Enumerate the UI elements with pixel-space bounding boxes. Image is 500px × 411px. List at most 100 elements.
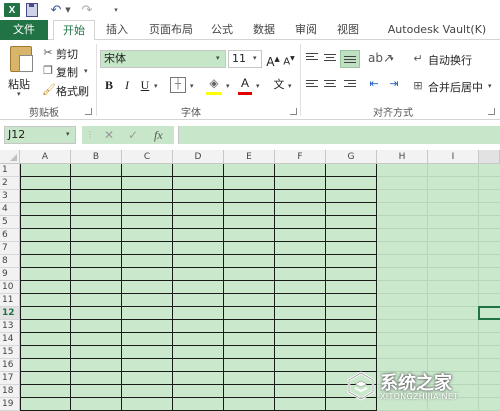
column-header-e[interactable]: E xyxy=(224,150,275,164)
decrease-indent-icon[interactable]: ⇤ xyxy=(366,75,382,93)
tab-review[interactable]: 审阅 xyxy=(290,20,322,40)
row-header-2[interactable]: 2 xyxy=(0,177,20,190)
increase-indent-icon[interactable]: ⇥ xyxy=(386,75,402,93)
undo-dropdown-icon[interactable]: ▼ xyxy=(64,3,72,17)
row-header-13[interactable]: 13 xyxy=(0,320,20,333)
select-all-button[interactable] xyxy=(0,150,20,164)
redo-icon[interactable]: ↷ xyxy=(80,3,94,18)
cancel-icon[interactable]: ✕ xyxy=(104,127,114,143)
align-center-icon[interactable] xyxy=(324,80,336,90)
clipboard-group-label: 剪贴板 xyxy=(29,108,59,119)
undo-icon[interactable]: ↶ xyxy=(48,3,64,18)
tab-autodesk-vault[interactable]: Autodesk Vault(K) xyxy=(378,20,496,40)
active-cell[interactable] xyxy=(478,306,500,320)
format-painter-icon[interactable]: 🖌 xyxy=(42,84,56,96)
align-top-icon[interactable] xyxy=(306,53,318,63)
wrap-text-button[interactable]: 自动换行 xyxy=(428,52,472,68)
tab-home[interactable]: 开始 xyxy=(53,20,95,41)
tab-file[interactable]: 文件 xyxy=(0,20,48,40)
cell-border-horizontal xyxy=(20,384,377,385)
grow-font-icon[interactable]: A▲ xyxy=(266,50,280,69)
fill-color-dropdown-icon[interactable]: ▾ xyxy=(226,82,230,90)
phonetic-dropdown-icon[interactable]: ▾ xyxy=(288,82,292,90)
row-header-7[interactable]: 7 xyxy=(0,242,20,255)
fill-color-icon[interactable]: ◈ xyxy=(206,74,222,92)
phonetic-button[interactable]: 文 xyxy=(272,76,286,94)
font-launcher-icon[interactable] xyxy=(290,108,297,115)
formula-bar: J12 ▾ ⋮ ✕ ✓ fx xyxy=(0,120,500,150)
paste-dropdown-icon[interactable]: ▾ xyxy=(17,90,21,98)
save-icon[interactable] xyxy=(26,3,38,17)
underline-dropdown-icon[interactable]: ▾ xyxy=(154,82,158,90)
column-header-partial[interactable] xyxy=(479,150,500,164)
font-color-button[interactable]: A xyxy=(238,74,252,92)
formula-input[interactable] xyxy=(178,126,500,144)
scissors-icon[interactable]: ✂ xyxy=(42,47,54,59)
row-header-16[interactable]: 16 xyxy=(0,359,20,372)
font-name-field[interactable]: 宋体 xyxy=(100,50,226,68)
copy-dropdown-icon[interactable]: ▾ xyxy=(84,67,88,75)
wrap-text-icon[interactable]: ↵ xyxy=(412,53,424,65)
alignment-launcher-icon[interactable] xyxy=(488,108,495,115)
row-header-11[interactable]: 11 xyxy=(0,294,20,307)
customize-qat-icon[interactable]: ▾ xyxy=(112,3,120,17)
column-header-c[interactable]: C xyxy=(122,150,173,164)
row-header-12[interactable]: 12 xyxy=(0,307,20,320)
row-header-5[interactable]: 5 xyxy=(0,216,20,229)
tab-formulas[interactable]: 公式 xyxy=(206,20,238,40)
underline-button[interactable]: U xyxy=(138,76,152,94)
row-header-10[interactable]: 10 xyxy=(0,281,20,294)
paste-icon[interactable] xyxy=(10,46,33,72)
align-middle-icon[interactable] xyxy=(324,54,336,64)
column-header-d[interactable]: D xyxy=(173,150,224,164)
align-left-icon[interactable] xyxy=(306,80,318,90)
borders-dropdown-icon[interactable]: ▾ xyxy=(190,82,194,90)
column-header-h[interactable]: H xyxy=(377,150,428,164)
merge-center-button[interactable]: 合并后居中 xyxy=(428,79,483,95)
tab-data[interactable]: 数据 xyxy=(248,20,280,40)
shrink-font-icon[interactable]: A▼ xyxy=(282,50,296,68)
borders-icon[interactable]: ┼ xyxy=(170,77,186,93)
row-header-15[interactable]: 15 xyxy=(0,346,20,359)
row-header-9[interactable]: 9 xyxy=(0,268,20,281)
tab-page-layout[interactable]: 页面布局 xyxy=(142,20,200,40)
row-header-17[interactable]: 17 xyxy=(0,372,20,385)
copy-icon[interactable]: ❐ xyxy=(42,65,54,77)
row-header-14[interactable]: 14 xyxy=(0,333,20,346)
align-right-icon[interactable] xyxy=(344,80,356,90)
column-header-a[interactable]: A xyxy=(20,150,71,164)
align-bottom-icon[interactable] xyxy=(344,56,356,66)
gridline-horizontal xyxy=(377,241,500,242)
row-header-1[interactable]: 1 xyxy=(0,164,20,177)
row-header-19[interactable]: 19 xyxy=(0,398,20,411)
row-header-8[interactable]: 8 xyxy=(0,255,20,268)
merge-center-dropdown-icon[interactable]: ▾ xyxy=(488,82,492,90)
column-header-f[interactable]: F xyxy=(275,150,326,164)
row-header-4[interactable]: 4 xyxy=(0,203,20,216)
tab-insert[interactable]: 插入 xyxy=(100,20,134,40)
format-painter-button[interactable]: 格式刷 xyxy=(56,83,89,99)
row-header-6[interactable]: 6 xyxy=(0,229,20,242)
clipboard-launcher-icon[interactable] xyxy=(85,108,92,115)
merge-center-icon[interactable]: ⊞ xyxy=(412,80,424,92)
row-header-18[interactable]: 18 xyxy=(0,385,20,398)
insert-function-icon[interactable]: fx xyxy=(154,127,163,143)
gridline-horizontal xyxy=(377,215,500,216)
italic-button[interactable]: I xyxy=(120,76,134,94)
font-name-dropdown-icon[interactable]: ▾ xyxy=(216,54,220,62)
enter-icon[interactable]: ✓ xyxy=(128,127,138,143)
column-header-i[interactable]: I xyxy=(428,150,479,164)
column-header-g[interactable]: G xyxy=(326,150,377,164)
cell-border-horizontal xyxy=(20,293,377,294)
name-box-dropdown-icon[interactable]: ▾ xyxy=(66,130,70,138)
orientation-dropdown-icon[interactable]: ▾ xyxy=(390,55,394,63)
tab-view[interactable]: 视图 xyxy=(332,20,364,40)
copy-button[interactable]: 复制 xyxy=(56,64,78,80)
bold-button[interactable]: B xyxy=(102,76,116,94)
orientation-icon[interactable]: ab↗ xyxy=(368,49,393,67)
row-header-3[interactable]: 3 xyxy=(0,190,20,203)
font-color-dropdown-icon[interactable]: ▾ xyxy=(256,82,260,90)
column-header-b[interactable]: B xyxy=(71,150,122,164)
cut-button[interactable]: 剪切 xyxy=(56,46,78,62)
font-size-dropdown-icon[interactable]: ▾ xyxy=(253,54,257,62)
